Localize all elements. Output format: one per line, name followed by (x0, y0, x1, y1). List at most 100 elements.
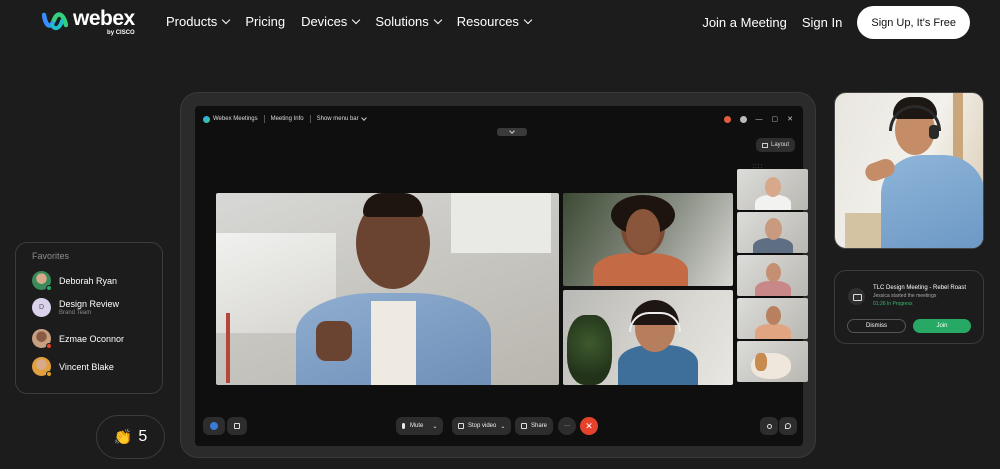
main-menu: Products Pricing Devices Solutions Resou… (166, 14, 547, 29)
layout-icon (761, 142, 768, 148)
chevron-down-icon (523, 15, 533, 25)
top-navigation: webex by CISCO Products Pricing Devices … (0, 0, 1000, 46)
layout-button[interactable]: Layout (755, 138, 795, 152)
captions-icon (234, 423, 240, 429)
chat-icon (785, 423, 791, 429)
window-controls: — ▢ ✕ (723, 115, 793, 123)
meeting-titlebar: Webex Meetings Meeting Info Show menu ba… (203, 115, 367, 123)
favorites-title: Favorites (32, 251, 70, 261)
participant-thumbnail[interactable] (737, 255, 808, 296)
participant-thumbnail[interactable] (737, 341, 808, 382)
status-away-icon (46, 371, 52, 377)
close-icon[interactable]: ✕ (787, 115, 793, 123)
space-name: Design Review (59, 299, 120, 309)
favorites-card: Favorites Deborah Ryan D Design Review B… (15, 242, 163, 394)
notification-subtitle: Jessica started the meetings (873, 293, 937, 299)
share-label: Share (531, 423, 548, 429)
camera-icon (458, 423, 464, 429)
favorite-contact[interactable]: Deborah Ryan (32, 271, 118, 291)
participants-button[interactable] (760, 417, 778, 435)
close-icon: ✕ (585, 420, 593, 431)
main-speaker-video[interactable] (216, 193, 559, 385)
chevron-down-icon[interactable]: ⌄ (432, 423, 437, 430)
dismiss-button[interactable]: Dismiss (847, 319, 906, 333)
favorite-space[interactable]: D Design Review Brand Team (32, 298, 119, 317)
participant-thumbnail[interactable] (737, 169, 808, 210)
layout-label: Layout (770, 142, 789, 148)
signup-button[interactable]: Sign Up, It's Free (857, 6, 970, 39)
favorite-contact[interactable]: Vincent Blake (32, 357, 114, 377)
stop-video-label: Stop video (468, 423, 497, 429)
assistant-button[interactable] (203, 417, 225, 435)
meeting-window: Webex Meetings Meeting Info Show menu ba… (195, 106, 808, 446)
chevron-down-icon[interactable]: ⌄ (500, 423, 505, 430)
join-button[interactable]: Join (913, 319, 971, 333)
participant-thumbnail[interactable] (737, 212, 808, 253)
share-icon (521, 423, 527, 429)
webex-logo[interactable]: webex by CISCO (42, 7, 135, 36)
maximize-icon[interactable]: ▢ (772, 115, 779, 123)
menu-label: Products (166, 14, 218, 29)
brand-by-cisco: by CISCO (107, 30, 135, 36)
reaction-count: 5 (138, 428, 148, 445)
user-with-headset-photo (834, 92, 984, 249)
reaction-counter[interactable]: 👏 5 (96, 415, 165, 459)
menu-products[interactable]: Products (166, 14, 231, 29)
meeting-controls: Mute ⌄ Stop video ⌄ Share ··· ✕ (195, 417, 803, 437)
menu-label: Devices (301, 14, 348, 29)
divider (309, 115, 311, 123)
avatar (32, 357, 52, 377)
app-title: Webex Meetings (213, 116, 258, 122)
meeting-icon (848, 288, 865, 305)
menu-devices[interactable]: Devices (301, 14, 361, 29)
recording-indicator-icon (723, 115, 731, 123)
chevron-down-icon (352, 15, 361, 25)
favorite-contact[interactable]: Ezmae Oconnor (32, 329, 125, 349)
end-call-button[interactable]: ✕ (580, 417, 598, 435)
sign-in-link[interactable]: Sign In (802, 15, 842, 30)
notification-status: 01:26 In Progress (873, 301, 913, 307)
help-icon[interactable] (739, 115, 747, 123)
participant-video[interactable] (563, 290, 733, 385)
avatar (32, 329, 52, 349)
meeting-notification-card: TLC Design Meeting - Rebel Roast Jessica… (834, 270, 984, 344)
share-button[interactable]: Share (515, 417, 554, 435)
contact-name: Deborah Ryan (59, 275, 118, 286)
menu-resources[interactable]: Resources (456, 14, 533, 29)
more-options-icon: ··· (564, 423, 570, 429)
participant-thumbnail[interactable] (737, 298, 808, 339)
clapping-hands-icon: 👏 (113, 429, 133, 446)
space-team: Brand Team (59, 310, 92, 316)
notification-title: TLC Design Meeting - Rebel Roast (873, 285, 967, 291)
menu-pricing[interactable]: Pricing (245, 14, 285, 29)
mute-label: Mute (410, 423, 424, 429)
menu-solutions[interactable]: Solutions (375, 14, 443, 29)
webex-landing-page: webex by CISCO Products Pricing Devices … (0, 0, 1000, 469)
microphone-icon (402, 423, 405, 429)
brand-name: webex (73, 7, 135, 30)
chevron-down-icon (222, 15, 231, 25)
join-meeting-link[interactable]: Join a Meeting (702, 15, 787, 30)
minimize-icon[interactable]: — (756, 116, 763, 123)
contact-name: Ezmae Oconnor (59, 333, 125, 344)
menu-label: Resources (456, 14, 519, 29)
chevron-down-icon (433, 15, 443, 25)
mute-button[interactable]: Mute ⌄ (396, 417, 444, 435)
participant-video[interactable] (563, 193, 733, 286)
show-menu-bar-toggle[interactable]: Show menu bar (316, 115, 367, 122)
show-menu-bar-label: Show menu bar (316, 116, 359, 122)
status-available-icon (46, 285, 52, 291)
chat-button[interactable] (779, 417, 797, 435)
webex-app-icon (203, 115, 210, 123)
meeting-info-link[interactable]: Meeting Info (271, 116, 304, 122)
menu-label: Solutions (375, 14, 429, 29)
stop-video-button[interactable]: Stop video ⌄ (452, 417, 512, 435)
assistant-icon (210, 422, 218, 430)
more-options-button[interactable]: ··· (558, 417, 576, 435)
chevron-down-icon (360, 115, 367, 121)
person-icon (766, 423, 772, 429)
avatar (32, 271, 52, 291)
captions-button[interactable] (227, 417, 247, 435)
collapse-menu-tab[interactable] (497, 128, 527, 136)
avatar: D (32, 298, 51, 317)
